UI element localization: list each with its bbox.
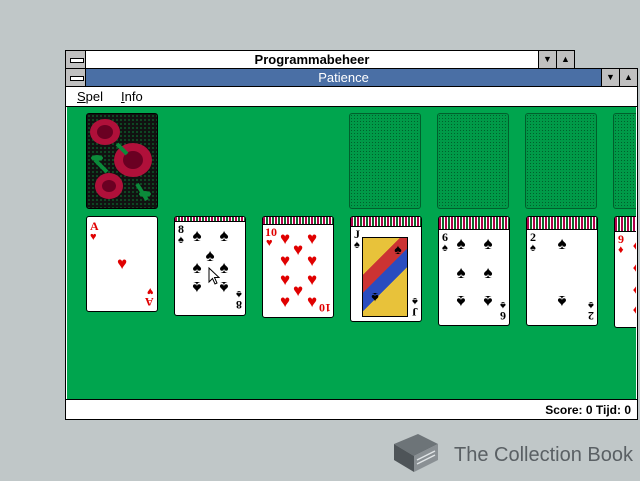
tableau-card-6[interactable]: 2 ♠ ♠ ♠ ♠ 2 bbox=[526, 216, 598, 326]
spade-icon: ♠ bbox=[442, 242, 448, 254]
spade-icon: ♠ bbox=[557, 292, 567, 311]
score-time-status: Score: 0 Tijd: 0 bbox=[545, 403, 631, 417]
menu-spel[interactable]: Spel bbox=[77, 89, 103, 105]
hidden-cards-edge bbox=[615, 217, 636, 232]
diamond-icon: ♦ bbox=[618, 244, 624, 256]
diamond-icon: ♦ bbox=[628, 301, 636, 318]
spade-icon: ♠ bbox=[483, 234, 493, 253]
heart-icon: ♥ bbox=[116, 254, 128, 273]
book-icon bbox=[394, 434, 438, 472]
card-rank: 8 bbox=[236, 298, 242, 312]
foundation-slot-3[interactable] bbox=[525, 113, 597, 209]
spade-icon: ♠ bbox=[192, 258, 202, 277]
spade-icon: ♠ bbox=[178, 234, 184, 246]
heart-icon: ♥ bbox=[266, 237, 273, 249]
minimize-button[interactable]: ▼ bbox=[538, 51, 556, 68]
spade-icon: ♠ bbox=[483, 263, 493, 282]
spade-icon: ♠ bbox=[192, 278, 202, 297]
card-rank: A bbox=[145, 295, 154, 309]
background-window-title: Programmabeheer bbox=[254, 52, 370, 67]
mouse-cursor-icon bbox=[208, 267, 220, 285]
rose-card-back bbox=[87, 114, 157, 208]
watermark-text: The Collection Book bbox=[454, 444, 633, 466]
card-rank: J bbox=[412, 305, 418, 319]
foundation-slot-4[interactable] bbox=[613, 113, 636, 209]
card-table: A ♥ ♥ ♥ A 8 ♠ ♠ ♠ ♠ ♠ ♠ ♠ ♠ ♠ 8 10 ♥ ♥ ♥ bbox=[67, 107, 636, 399]
spade-icon: ♠ bbox=[371, 290, 379, 306]
spade-icon: ♠ bbox=[483, 292, 493, 311]
foundation-slot-2[interactable] bbox=[437, 113, 509, 209]
menu-info[interactable]: Info bbox=[121, 89, 143, 105]
patience-titlebar[interactable]: Patience ▼ ▲ bbox=[66, 69, 637, 87]
tableau-card-3[interactable]: 10 ♥ ♥ ♥ ♥ ♥ ♥ ♥ ♥ ♥ ♥ ♥ 10 bbox=[262, 216, 334, 318]
spade-icon: ♠ bbox=[192, 226, 202, 245]
hidden-cards-edge bbox=[263, 217, 333, 225]
minimize-button[interactable]: ▼ bbox=[601, 69, 619, 86]
heart-icon: ♥ bbox=[90, 231, 97, 243]
spade-icon: ♠ bbox=[456, 234, 466, 253]
spade-icon: ♠ bbox=[530, 242, 536, 254]
card-rank: 2 bbox=[588, 309, 594, 323]
spade-icon: ♠ bbox=[456, 292, 466, 311]
spade-icon: ♠ bbox=[456, 263, 466, 282]
card-rank: 6 bbox=[500, 309, 506, 323]
hidden-cards-edge bbox=[175, 217, 245, 222]
patience-window[interactable]: Patience ▼ ▲ Spel Info A ♥ ♥ ♥ A 8 ♠ ♠ ♠… bbox=[65, 68, 638, 420]
spade-icon: ♠ bbox=[394, 241, 402, 257]
tableau-card-7[interactable]: 9 ♦ ♦ ♦ ♦ ♦ bbox=[614, 216, 636, 328]
hidden-cards-edge bbox=[527, 217, 597, 230]
heart-icon: ♥ bbox=[279, 251, 291, 270]
hidden-cards-edge bbox=[351, 217, 421, 227]
watermark: The Collection Book bbox=[388, 430, 633, 476]
system-menu-button[interactable] bbox=[66, 51, 86, 68]
menu-bar: Spel Info bbox=[66, 87, 637, 107]
tableau-card-4[interactable]: J ♠ ♠ ♠ ♠ J bbox=[350, 216, 422, 322]
maximize-button[interactable]: ▲ bbox=[556, 51, 574, 68]
heart-icon: ♥ bbox=[306, 251, 318, 270]
maximize-button[interactable]: ▲ bbox=[619, 69, 637, 86]
tableau-card-2[interactable]: 8 ♠ ♠ ♠ ♠ ♠ ♠ ♠ ♠ ♠ 8 bbox=[174, 216, 246, 316]
spade-icon: ♠ bbox=[557, 234, 567, 253]
tableau-card-1[interactable]: A ♥ ♥ ♥ A bbox=[86, 216, 158, 312]
diamond-icon: ♦ bbox=[628, 259, 636, 276]
diamond-icon: ♦ bbox=[628, 237, 636, 254]
foundation-slot-1[interactable] bbox=[349, 113, 421, 209]
system-menu-button[interactable] bbox=[66, 69, 86, 86]
spade-icon: ♠ bbox=[219, 226, 229, 245]
diamond-icon: ♦ bbox=[628, 281, 636, 298]
status-bar: Score: 0 Tijd: 0 bbox=[66, 399, 637, 419]
hidden-cards-edge bbox=[439, 217, 509, 230]
card-rank: 10 bbox=[319, 301, 331, 315]
spade-icon: ♠ bbox=[354, 239, 360, 251]
window-title: Patience bbox=[318, 70, 369, 85]
background-window-titlebar[interactable]: Programmabeheer ▼ ▲ bbox=[66, 51, 574, 69]
tableau-card-5[interactable]: 6 ♠ ♠ ♠ ♠ ♠ ♠ ♠ ♠ 6 bbox=[438, 216, 510, 326]
heart-icon: ♥ bbox=[279, 292, 291, 311]
stock-pile[interactable] bbox=[86, 113, 158, 209]
